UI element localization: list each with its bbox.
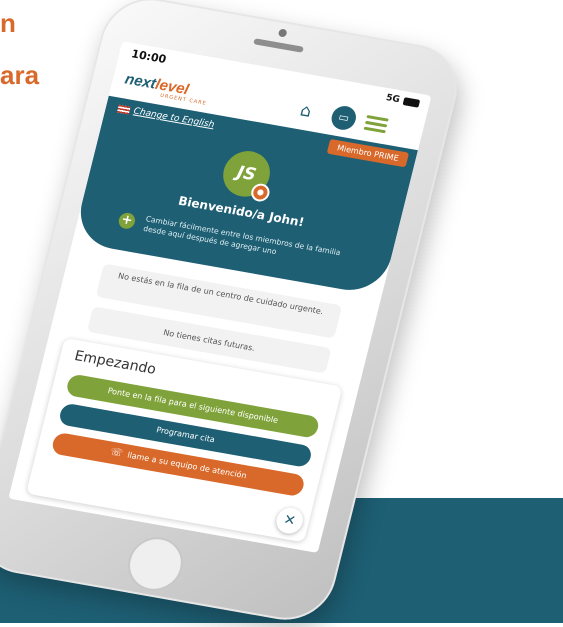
logo-main-text: next [123, 70, 158, 93]
status-time: 10:00 [129, 47, 168, 67]
home-icon[interactable]: ⌂ [298, 101, 320, 123]
phone-screen: 10:00 5G nextlevel URGENT CARE ⌂ ▭ Chang… [8, 41, 432, 553]
signal-indicator: 5G [384, 93, 401, 106]
call-care-team-label: llame a su equipo de atención [126, 450, 248, 481]
getting-started-card: Empezando Ponte en la fila para el sigui… [26, 337, 343, 543]
menu-icon[interactable] [363, 114, 389, 134]
phone-icon: ☏ [108, 446, 124, 460]
getting-started-title: Empezando [72, 348, 158, 378]
us-flag-icon [117, 104, 131, 115]
add-member-icon[interactable]: + [117, 211, 137, 231]
speaker-grille [253, 38, 304, 53]
app-logo[interactable]: nextlevel [123, 71, 190, 99]
battery-icon [402, 97, 421, 108]
camera-icon [277, 28, 288, 38]
background-headline-line-1: n [0, 8, 16, 38]
background-headline-line-2: ara [0, 60, 40, 90]
home-button[interactable] [122, 533, 189, 595]
close-icon[interactable]: ✕ [273, 505, 306, 536]
chat-icon[interactable]: ▭ [329, 104, 359, 132]
